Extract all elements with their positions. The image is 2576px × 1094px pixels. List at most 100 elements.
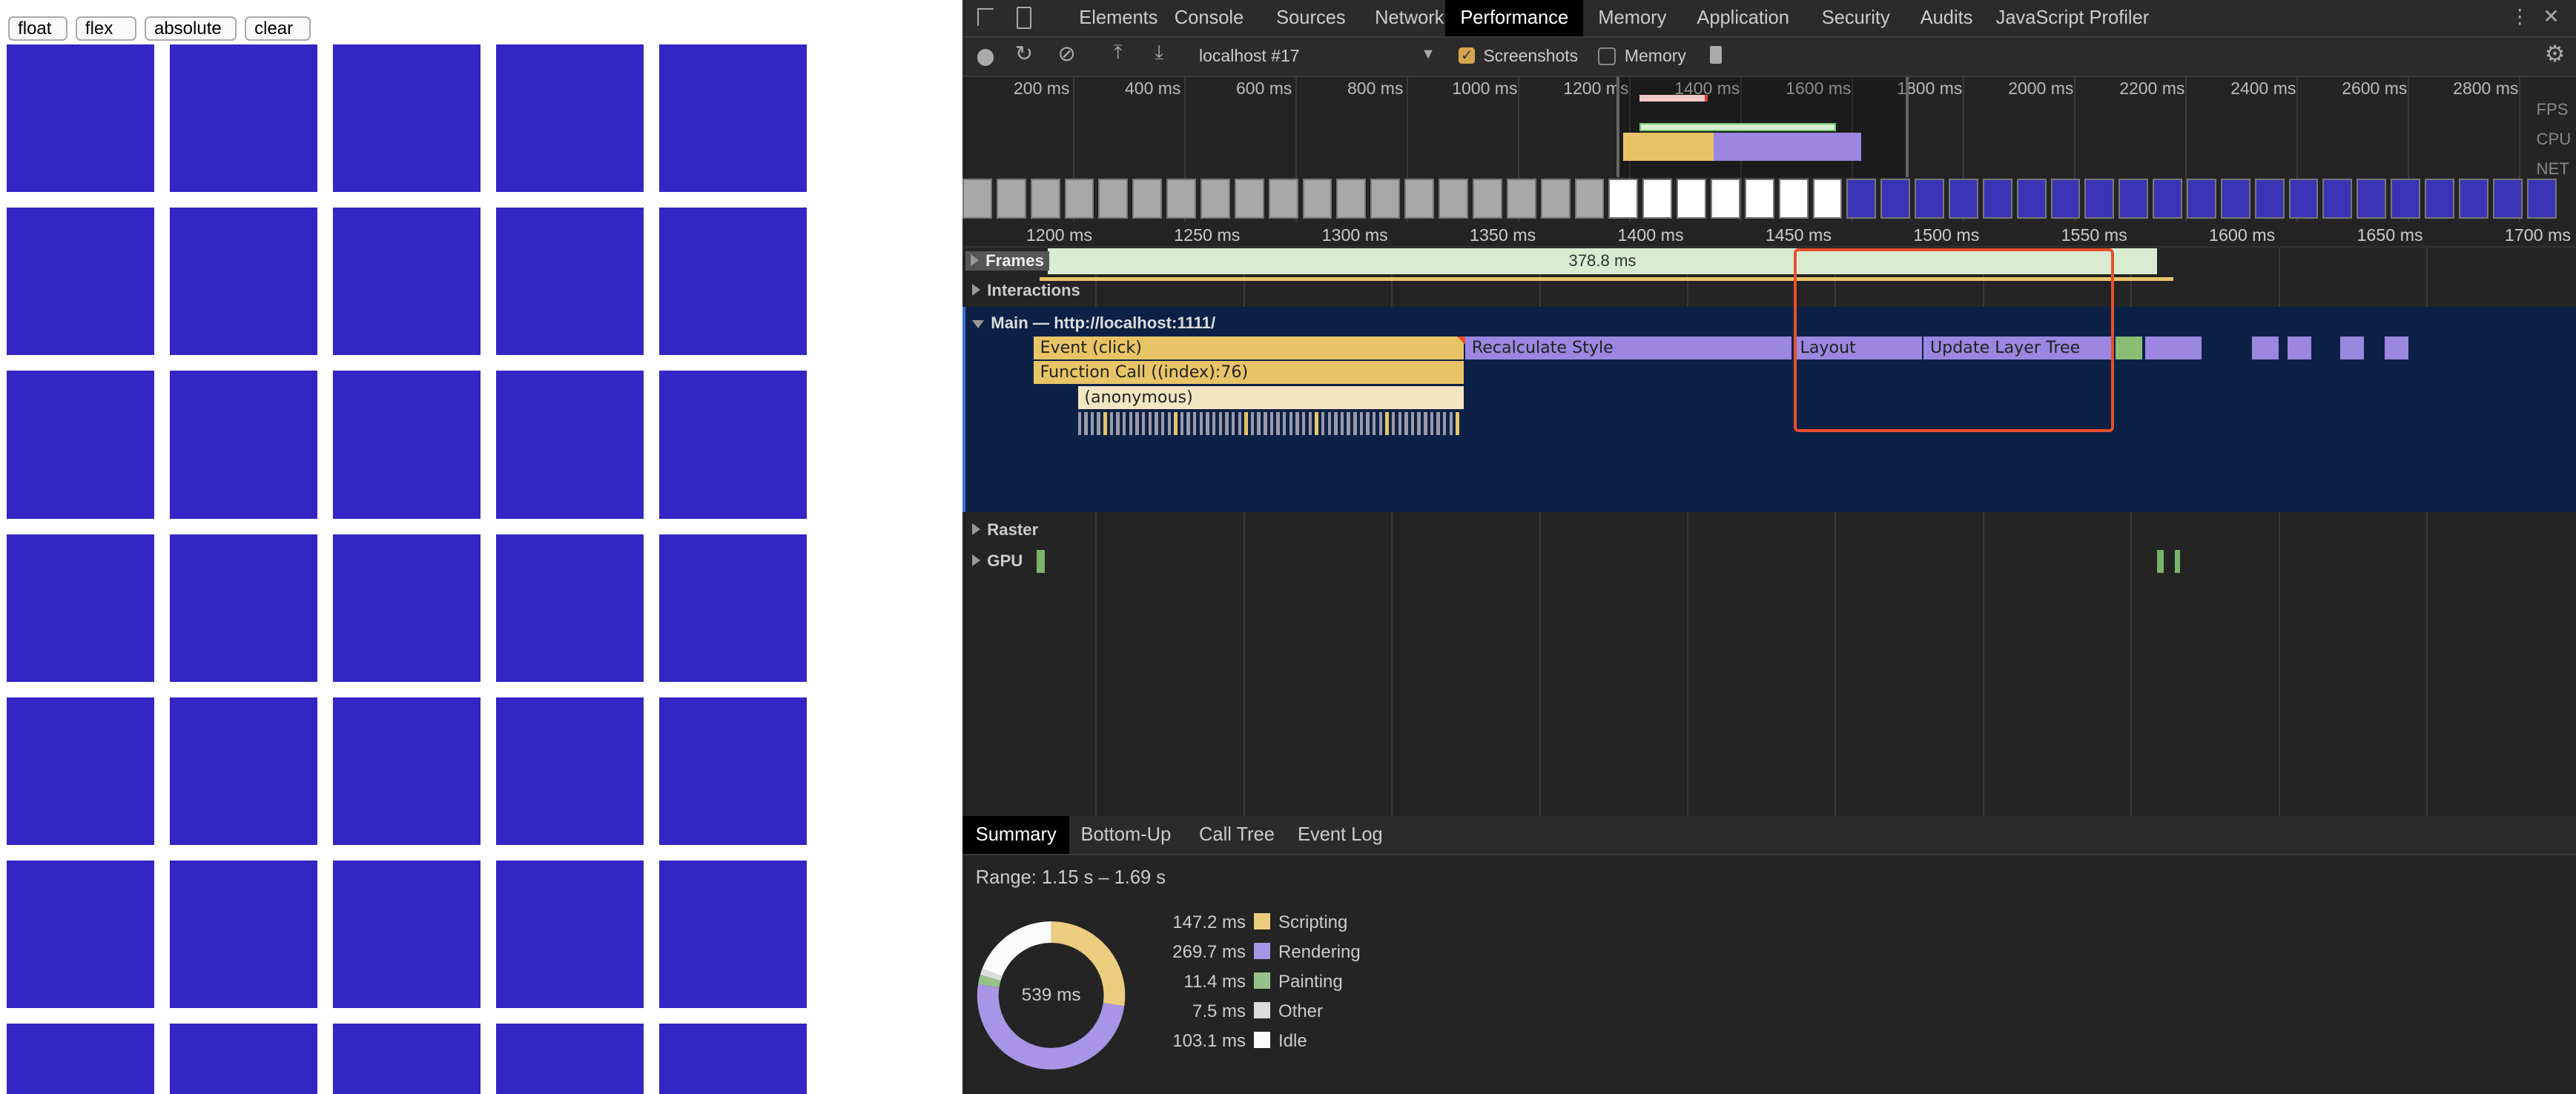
flame-entry-small[interactable] (1167, 412, 1171, 436)
memory-checkbox[interactable] (1598, 47, 1616, 66)
screenshot-thumbnail[interactable] (1302, 179, 1332, 219)
flame-entry-small[interactable] (1398, 412, 1401, 436)
flame-entry-small[interactable] (1436, 412, 1440, 436)
flame-entry-small[interactable] (1340, 412, 1344, 436)
screenshot-thumbnail[interactable] (1166, 179, 1197, 219)
tab-memory[interactable]: Memory (1583, 0, 1681, 36)
absolute-button[interactable]: absolute (144, 16, 237, 41)
flame-entry-small[interactable] (1090, 412, 1094, 436)
timeline-overview[interactable]: 200 ms 400 ms 600 ms 800 ms 1000 ms 1200 ms 14… (962, 77, 2576, 222)
trash-icon[interactable] (1710, 46, 1722, 64)
screenshots-checkbox[interactable]: ✓ (1459, 47, 1476, 64)
screenshot-thumbnail[interactable] (2016, 179, 2047, 219)
flame-entry-small[interactable] (1109, 412, 1114, 436)
screenshot-thumbnail[interactable] (2322, 179, 2353, 219)
flame-entry-small[interactable] (1378, 412, 1383, 436)
flame-entry-small[interactable] (1129, 412, 1133, 436)
reload-record-icon[interactable]: ↻ (1015, 41, 1033, 67)
interactions-track-header[interactable]: Interactions (972, 281, 1080, 300)
screenshot-thumbnail[interactable] (1846, 179, 1877, 219)
flame-entry-small[interactable] (1148, 412, 1152, 436)
gear-icon[interactable]: ⚙ (2545, 41, 2566, 67)
flame-entry[interactable]: Event (click) (1033, 337, 1464, 360)
screenshot-thumbnail[interactable] (1880, 179, 1911, 219)
flame-entry-small[interactable] (1456, 412, 1459, 436)
screenshot-thumbnail[interactable] (2220, 179, 2250, 219)
screenshot-thumbnail[interactable] (1201, 179, 1230, 219)
screenshot-thumbnail[interactable] (1234, 179, 1264, 219)
more-menu-icon[interactable]: ⋮ (2510, 5, 2530, 28)
flame-entry-small[interactable] (1264, 412, 1267, 436)
flame-entry-small[interactable] (1116, 412, 1120, 436)
screenshot-thumbnail[interactable] (2357, 179, 2387, 219)
flame-entry-small[interactable] (1225, 412, 1229, 436)
screenshot-thumbnail[interactable] (1982, 179, 2012, 219)
flame-entry-small[interactable] (1186, 412, 1190, 436)
flame-entry-small[interactable] (1123, 412, 1126, 436)
screenshot-thumbnail[interactable] (2425, 179, 2454, 219)
main-track-header[interactable]: Main — http://localhost:1111/ (972, 314, 1215, 333)
flame-entry-small[interactable] (2116, 337, 2143, 360)
flex-button[interactable]: flex (75, 16, 136, 41)
gpu-task[interactable] (2175, 550, 2180, 574)
screenshot-thumbnail[interactable] (1506, 179, 1536, 219)
flame-entry[interactable]: Function Call ((index):76) (1033, 361, 1464, 385)
tab-console[interactable]: Console (1160, 0, 1258, 36)
float-button[interactable]: float (8, 16, 67, 41)
flame-entry-small[interactable] (2287, 337, 2311, 360)
screenshot-thumbnail[interactable] (1030, 179, 1060, 219)
tab-call-tree[interactable]: Call Tree (1186, 816, 1287, 854)
record-icon[interactable] (977, 49, 994, 66)
flame-entry-small[interactable] (1155, 412, 1158, 436)
screenshot-thumbnail[interactable] (996, 179, 1026, 219)
flame-entry-small[interactable] (1238, 412, 1241, 436)
screenshot-thumbnail[interactable] (2391, 179, 2421, 219)
flame-entry-small[interactable] (1334, 412, 1338, 436)
tab-audits[interactable]: Audits (1906, 0, 1988, 36)
screenshot-thumbnail[interactable] (1677, 179, 1706, 219)
flame-entry-small[interactable] (1359, 412, 1364, 436)
flame-entry-small[interactable] (2251, 337, 2279, 360)
screenshot-thumbnail[interactable] (1064, 179, 1094, 219)
close-icon[interactable]: ✕ (2543, 5, 2559, 28)
flame-entry[interactable]: Recalculate Style (1464, 337, 1792, 360)
tab-event-log[interactable]: Event Log (1284, 816, 1396, 854)
gpu-task[interactable] (2156, 550, 2164, 574)
screenshot-thumbnail[interactable] (2526, 179, 2557, 219)
flame-entry-small[interactable] (1373, 412, 1376, 436)
flame-entry-small[interactable] (1301, 412, 1306, 436)
flame-entry-small[interactable] (1103, 412, 1107, 436)
flame-entry-small[interactable] (1269, 412, 1274, 436)
screenshot-thumbnail[interactable] (2118, 179, 2149, 219)
tab-javascript-profiler[interactable]: JavaScript Profiler (1981, 0, 2164, 36)
screenshot-thumbnail[interactable] (1540, 179, 1571, 219)
flame-entry-small[interactable] (1308, 412, 1312, 436)
gpu-track-header[interactable]: GPU (972, 551, 1023, 571)
flame-entry-small[interactable] (2385, 337, 2409, 360)
tab-summary[interactable]: Summary (962, 816, 1070, 855)
screenshot-thumbnail[interactable] (1098, 179, 1129, 219)
flame-entry-small[interactable] (1244, 412, 1248, 436)
upload-icon[interactable]: ⤒ (1114, 41, 1123, 64)
flame-entry-small[interactable] (1449, 412, 1453, 436)
screenshot-thumbnail[interactable] (2254, 179, 2285, 219)
screenshot-thumbnail[interactable] (1336, 179, 1367, 219)
screenshot-thumbnail[interactable] (1370, 179, 1401, 219)
flame-entry-small[interactable] (1276, 412, 1280, 436)
screenshot-thumbnail[interactable] (1642, 179, 1673, 219)
tab-bottom-up[interactable]: Bottom-Up (1068, 816, 1184, 854)
gpu-task[interactable] (1036, 550, 1045, 574)
flame-entry-small[interactable] (1417, 412, 1421, 436)
flame-entry-small[interactable] (1404, 412, 1408, 436)
tab-network[interactable]: Network (1360, 0, 1459, 36)
flame-entry-small[interactable] (1231, 412, 1235, 436)
flame-entry-small[interactable] (1424, 412, 1427, 436)
flame-entry-small[interactable] (1385, 412, 1389, 436)
screenshot-thumbnail[interactable] (1778, 179, 1809, 219)
tab-application[interactable]: Application (1682, 0, 1803, 36)
flame-entry-small[interactable] (1443, 412, 1447, 436)
screenshot-thumbnail[interactable] (962, 179, 992, 219)
screenshot-thumbnail[interactable] (2288, 179, 2319, 219)
profile-select[interactable]: localhost #17 (1199, 46, 1300, 66)
flame-entry-small[interactable] (1283, 412, 1287, 436)
